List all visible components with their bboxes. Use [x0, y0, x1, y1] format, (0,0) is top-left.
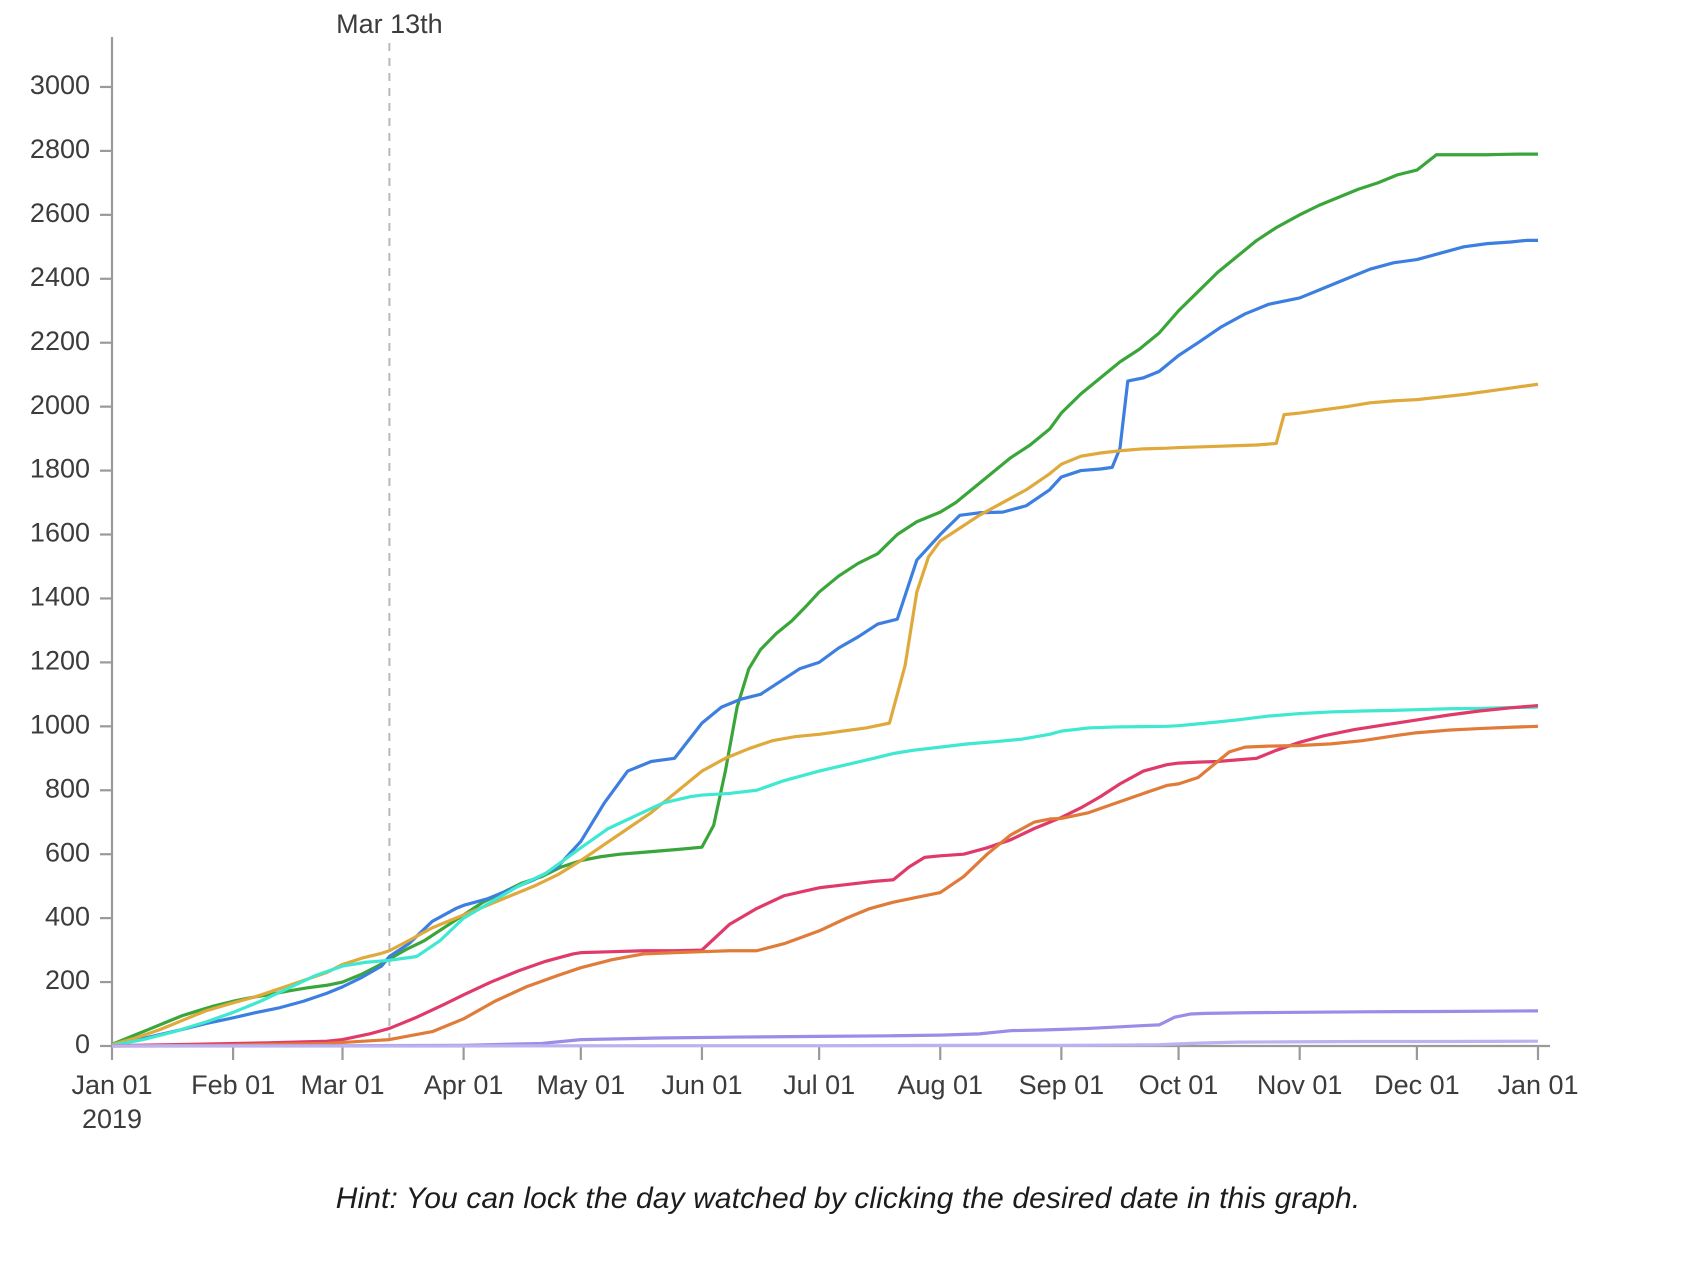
- chart-container[interactable]: 0 200 400 600 800 1000 1200 1400 1600 1800 2000 220…: [0, 0, 1696, 1180]
- annotation-label: Mar 13th: [336, 9, 443, 39]
- chart-svg[interactable]: 0 200 400 600 800 1000 1200 1400 1600 1800 2000 220…: [0, 0, 1696, 1180]
- x-tick-label[interactable]: Mar 01: [300, 1070, 384, 1100]
- x-tick-label[interactable]: Apr 01: [424, 1070, 504, 1100]
- y-axis-ticks: 0 200 400 600 800 1000 1200 1400 1600 1800 2000 220…: [30, 70, 112, 1059]
- y-tick-label: 1800: [30, 454, 90, 484]
- y-tick-label: 600: [45, 837, 90, 867]
- y-tick-label: 2800: [30, 134, 90, 164]
- y-tick-label: 3000: [30, 70, 90, 100]
- annotation-layer: Mar 13th: [336, 9, 443, 1046]
- y-tick-label: 2600: [30, 198, 90, 228]
- x-axis-ticks: Jan 01 2019 Feb 01 Mar 01 Apr 01 May 01 Jun 01…: [71, 1046, 1579, 1134]
- x-tick-label[interactable]: Jan 01: [71, 1070, 152, 1100]
- y-tick-label: 0: [75, 1029, 90, 1059]
- series-blue: [111, 238, 1538, 1047]
- hint-text: Hint: You can lock the day watched by cl…: [335, 1182, 1361, 1215]
- y-tick-label: 1200: [30, 646, 90, 676]
- x-tick-label[interactable]: Jul 01: [783, 1070, 855, 1100]
- x-tick-label[interactable]: May 01: [537, 1070, 626, 1100]
- y-tick-label: 2000: [30, 390, 90, 420]
- x-tick-label[interactable]: Jun 01: [661, 1070, 742, 1100]
- x-tick-label[interactable]: Sep 01: [1019, 1070, 1105, 1100]
- y-tick-label: 1400: [30, 582, 90, 612]
- x-tick-label[interactable]: Dec 01: [1374, 1070, 1460, 1100]
- x-tick-label[interactable]: Jan 01: [1497, 1070, 1578, 1100]
- y-tick-label: 1600: [30, 518, 90, 548]
- x-axis-year-label: 2019: [82, 1104, 142, 1134]
- y-tick-label: 200: [45, 965, 90, 995]
- y-tick-label: 2400: [30, 262, 90, 292]
- x-tick-label[interactable]: Aug 01: [897, 1070, 983, 1100]
- y-tick-label: 800: [45, 773, 90, 803]
- y-tick-label: 2200: [30, 326, 90, 356]
- x-tick-label[interactable]: Oct 01: [1139, 1070, 1219, 1100]
- y-tick-label: 1000: [30, 709, 90, 739]
- x-tick-label[interactable]: Nov 01: [1257, 1070, 1343, 1100]
- x-tick-label[interactable]: Feb 01: [191, 1070, 275, 1100]
- cumulative-line-chart-page: 0 200 400 600 800 1000 1200 1400 1600 1800 2000 220…: [0, 0, 1696, 1280]
- y-tick-label: 400: [45, 901, 90, 931]
- series-gold: [111, 382, 1539, 1047]
- series-layer: [111, 152, 1539, 1048]
